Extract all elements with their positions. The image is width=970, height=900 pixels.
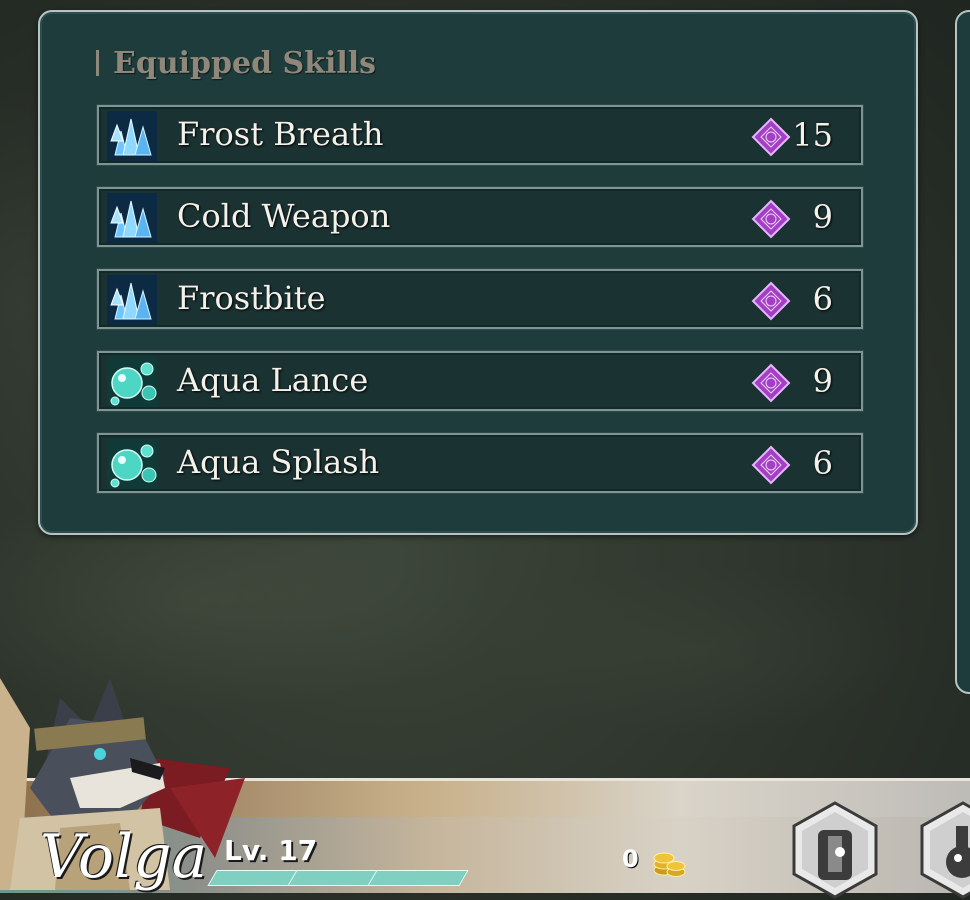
skill-name: Frost Breath — [177, 115, 384, 153]
mana-gem-icon — [751, 117, 791, 157]
skill-row-frost-breath[interactable]: Frost Breath 15 — [97, 105, 863, 165]
section-title: Equipped Skills — [96, 46, 376, 81]
skill-name: Aqua Lance — [177, 361, 369, 399]
water-bubbles-icon — [107, 439, 157, 489]
skill-name: Frostbite — [177, 279, 326, 317]
skill-row-aqua-splash[interactable]: Aqua Splash 6 — [97, 433, 863, 493]
skill-cost: 15 — [792, 116, 833, 154]
gold-coins-icon — [653, 852, 686, 877]
section-title-text: Equipped Skills — [113, 46, 377, 81]
mana-gem-icon — [751, 363, 791, 403]
skill-cost: 9 — [812, 362, 833, 400]
ice-crystal-icon — [107, 111, 157, 161]
mana-gem-icon — [751, 199, 791, 239]
gold-count: 0 — [622, 845, 639, 873]
water-bubbles-icon — [107, 357, 157, 407]
skill-name: Cold Weapon — [177, 197, 391, 235]
exp-bar-segment — [367, 870, 469, 886]
character-name: Volga — [40, 822, 208, 892]
skill-row-cold-weapon[interactable]: Cold Weapon 9 — [97, 187, 863, 247]
mana-gem-icon — [751, 281, 791, 321]
equipment-menu-button[interactable] — [790, 800, 880, 900]
side-panel — [955, 10, 970, 694]
ice-crystal-icon — [107, 275, 157, 325]
character-level: Lv. 17 — [224, 834, 318, 867]
skill-cost: 9 — [812, 198, 833, 236]
skill-name: Aqua Splash — [177, 443, 380, 481]
skill-row-frostbite[interactable]: Frostbite 6 — [97, 269, 863, 329]
mana-gem-icon — [751, 445, 791, 485]
items-menu-button[interactable] — [918, 800, 970, 900]
skill-cost: 6 — [812, 280, 833, 318]
skill-row-aqua-lance[interactable]: Aqua Lance 9 — [97, 351, 863, 411]
title-marker — [96, 50, 99, 76]
ice-crystal-icon — [107, 193, 157, 243]
skill-cost: 6 — [812, 444, 833, 482]
